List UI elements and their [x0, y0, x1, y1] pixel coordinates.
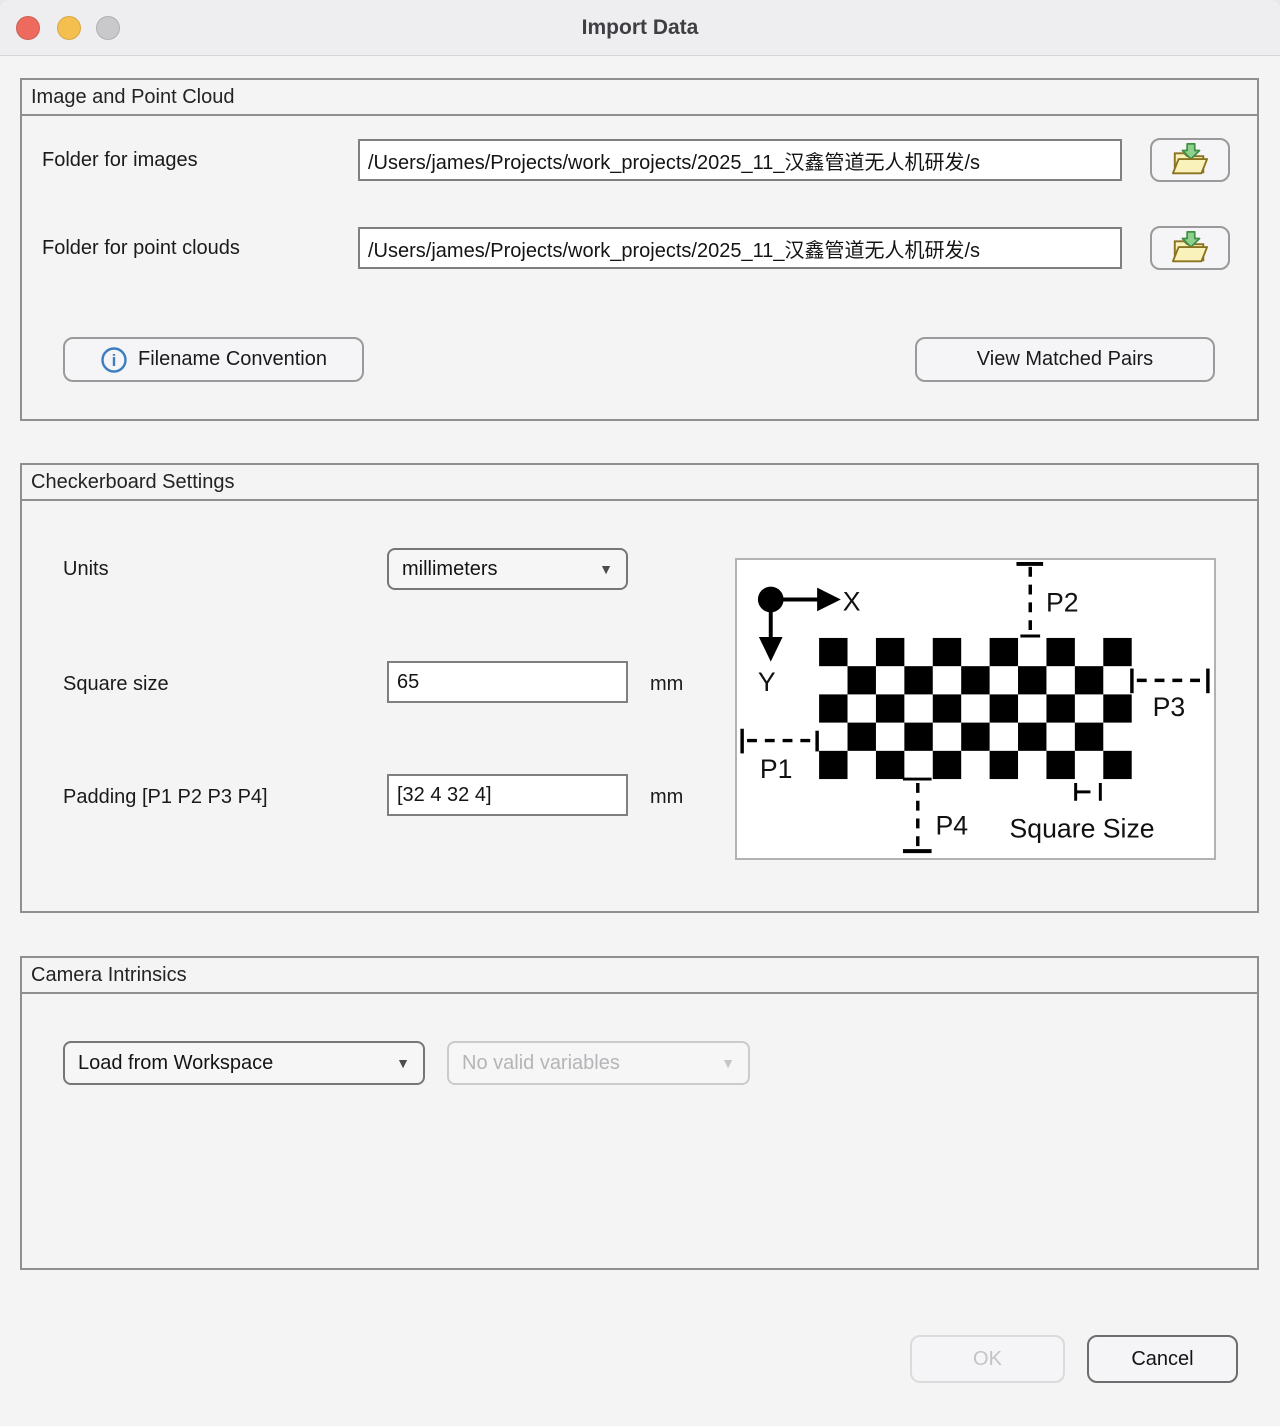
ok-label: OK [973, 1348, 1002, 1371]
units-dropdown-value: millimeters [402, 558, 498, 581]
cancel-label: Cancel [1131, 1348, 1193, 1371]
folder-import-icon [1169, 141, 1211, 179]
folder-images-input[interactable] [358, 139, 1122, 181]
folder-images-label: Folder for images [42, 149, 198, 172]
section-title: Image and Point Cloud [22, 80, 1257, 116]
filename-convention-label: Filename Convention [138, 348, 327, 371]
p4-label: P4 [936, 810, 969, 840]
checkerboard-settings-section: Checkerboard Settings Units millimeters … [20, 463, 1259, 913]
p1-label: P1 [760, 754, 793, 784]
ok-button: OK [910, 1335, 1065, 1383]
info-icon: i [100, 346, 128, 374]
checkerboard-diagram: X Y P2 P3 [735, 558, 1216, 860]
p3-dimension-lines [1132, 669, 1208, 694]
padding-unit: mm [650, 786, 683, 809]
units-label: Units [63, 558, 109, 581]
folder-import-icon [1169, 229, 1211, 267]
folder-point-clouds-label: Folder for point clouds [42, 237, 240, 260]
square-size-input[interactable] [387, 661, 628, 703]
intrinsics-source-dropdown[interactable]: Load from Workspace ▼ [63, 1041, 425, 1085]
chevron-down-icon: ▼ [721, 1055, 735, 1071]
camera-intrinsics-section: Camera Intrinsics Load from Workspace ▼ … [20, 956, 1259, 1270]
y-axis-label: Y [758, 667, 776, 697]
p2-label: P2 [1046, 587, 1079, 617]
section-title: Camera Intrinsics [22, 958, 1257, 994]
units-dropdown[interactable]: millimeters ▼ [387, 548, 628, 590]
window-title: Import Data [0, 0, 1280, 56]
svg-text:i: i [112, 351, 117, 370]
filename-convention-button[interactable]: i Filename Convention [63, 337, 364, 382]
intrinsics-variables-value: No valid variables [462, 1052, 620, 1075]
intrinsics-variables-dropdown: No valid variables ▼ [447, 1041, 750, 1085]
padding-input[interactable] [387, 774, 628, 816]
browse-point-clouds-button[interactable] [1150, 226, 1230, 270]
folder-point-clouds-input[interactable] [358, 227, 1122, 269]
image-point-cloud-section: Image and Point Cloud Folder for images … [20, 78, 1259, 421]
titlebar: Import Data [0, 0, 1280, 56]
p1-dimension-lines [742, 729, 817, 754]
p4-dimension-lines [903, 779, 932, 851]
p3-label: P3 [1153, 692, 1186, 722]
square-size-label: Square size [63, 673, 169, 696]
x-axis-label: X [843, 586, 861, 616]
square-size-diagram-label: Square Size [1010, 813, 1155, 843]
padding-label: Padding [P1 P2 P3 P4] [63, 786, 268, 809]
view-matched-pairs-label: View Matched Pairs [977, 348, 1153, 371]
square-size-unit: mm [650, 673, 683, 696]
square-size-bracket [1076, 783, 1101, 801]
intrinsics-source-value: Load from Workspace [78, 1052, 273, 1075]
browse-images-button[interactable] [1150, 138, 1230, 182]
cancel-button[interactable]: Cancel [1087, 1335, 1238, 1383]
p2-dimension-lines [1016, 564, 1043, 636]
import-data-dialog: Import Data Image and Point Cloud Folder… [0, 0, 1280, 1426]
checkerboard-pattern [819, 638, 1132, 779]
section-title: Checkerboard Settings [22, 465, 1257, 501]
view-matched-pairs-button[interactable]: View Matched Pairs [915, 337, 1215, 382]
chevron-down-icon: ▼ [599, 561, 613, 577]
chevron-down-icon: ▼ [396, 1055, 410, 1071]
